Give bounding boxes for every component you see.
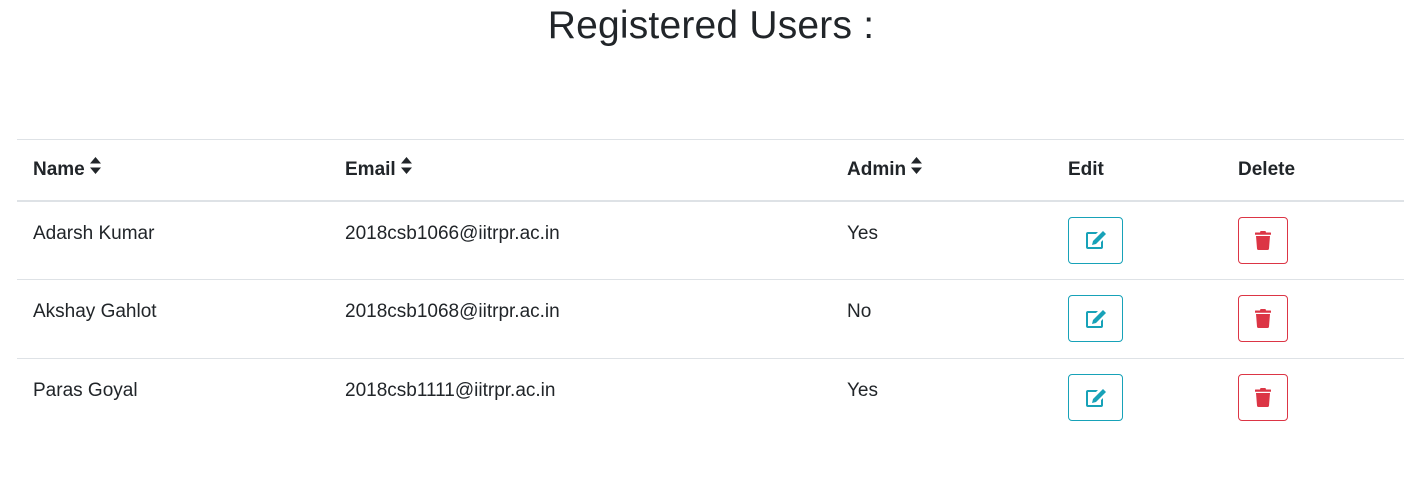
user-name-cell: Paras Goyal: [33, 380, 138, 401]
email-column-header[interactable]: Email: [329, 140, 831, 201]
edit-button[interactable]: [1068, 374, 1123, 421]
edit-column-header: Edit: [1052, 140, 1222, 201]
edit-cell: [1052, 201, 1222, 280]
edit-cell: [1052, 359, 1222, 438]
trash-icon: [1255, 230, 1271, 250]
admin-header-label: Admin: [847, 158, 907, 180]
table-row: Adarsh Kumar 2018csb1066@iitrpr.ac.in Ye…: [17, 201, 1404, 280]
user-email-cell: 2018csb1111@iitrpr.ac.in: [345, 380, 556, 401]
user-admin-cell: Yes: [847, 380, 878, 401]
page-title: Registered Users :: [547, 4, 875, 47]
user-email-cell: 2018csb1066@iitrpr.ac.in: [345, 222, 560, 244]
delete-button[interactable]: [1238, 374, 1288, 421]
name-column-header[interactable]: Name: [17, 140, 329, 201]
edit-icon: [1085, 388, 1106, 407]
table-row: Akshay Gahlot 2018csb1068@iitrpr.ac.in N…: [17, 280, 1404, 359]
delete-cell: [1222, 201, 1404, 280]
edit-cell: [1052, 280, 1222, 359]
trash-icon: [1255, 309, 1271, 328]
delete-button[interactable]: [1238, 295, 1288, 342]
user-admin-cell: No: [847, 301, 872, 322]
delete-button[interactable]: [1238, 216, 1288, 264]
edit-button[interactable]: [1068, 216, 1123, 264]
trash-icon: [1255, 388, 1271, 407]
name-header-label: Name: [33, 158, 85, 180]
delete-header-label: Delete: [1238, 158, 1296, 180]
user-admin-cell: Yes: [847, 222, 878, 244]
user-name-cell: Adarsh Kumar: [33, 222, 155, 244]
email-header-label: Email: [345, 158, 396, 180]
edit-button[interactable]: [1068, 295, 1123, 342]
table-header-row: Name Email Admin Edit Delete: [17, 139, 1404, 201]
admin-column-header[interactable]: Admin: [831, 140, 1052, 201]
users-table: Name Email Admin Edit Delete Adarsh Kuma…: [17, 139, 1404, 438]
edit-header-label: Edit: [1068, 158, 1104, 180]
edit-icon: [1085, 231, 1106, 249]
sort-icon[interactable]: [911, 156, 923, 180]
delete-cell: [1222, 359, 1404, 438]
edit-icon: [1085, 309, 1106, 328]
delete-column-header: Delete: [1222, 140, 1404, 201]
user-name-cell: Akshay Gahlot: [33, 301, 157, 322]
user-email-cell: 2018csb1068@iitrpr.ac.in: [345, 301, 560, 322]
sort-icon[interactable]: [89, 156, 101, 180]
table-row: Paras Goyal 2018csb1111@iitrpr.ac.in Yes: [17, 359, 1404, 438]
sort-icon[interactable]: [400, 156, 412, 180]
delete-cell: [1222, 280, 1404, 359]
